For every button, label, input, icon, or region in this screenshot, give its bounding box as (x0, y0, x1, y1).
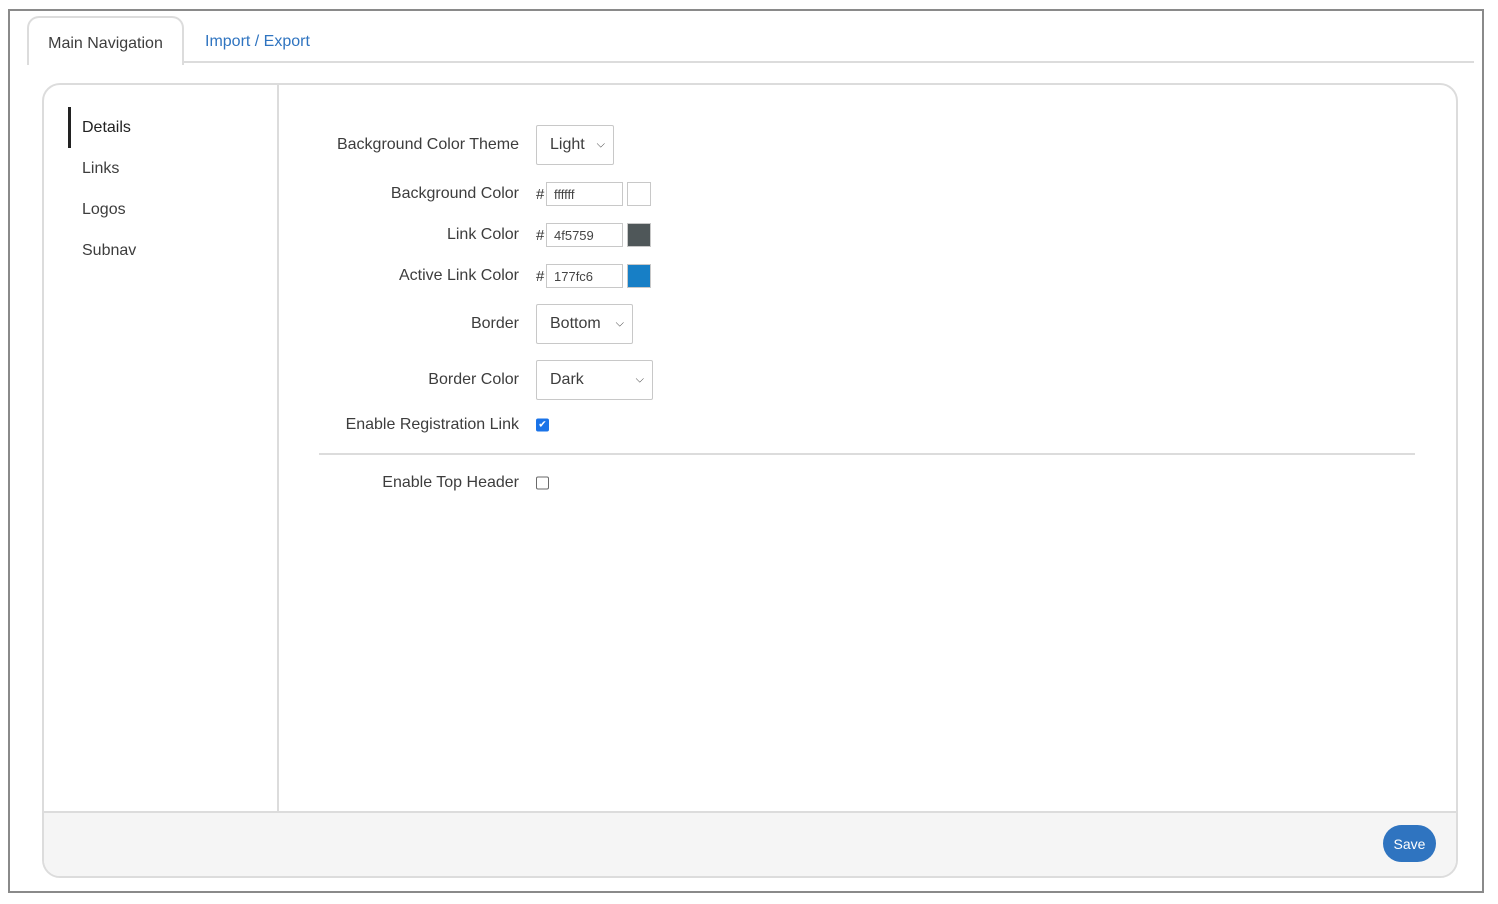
enable-registration-link-checkbox[interactable]: ✔ (536, 418, 549, 432)
enable-registration-link-row: Enable Registration Link ✔ (281, 405, 681, 445)
active-link-color-row: Active Link Color # 177fc6 (281, 256, 681, 296)
link-color-input[interactable]: 4f5759 (546, 223, 623, 247)
hash-prefix: # (536, 185, 545, 203)
border-color-control: Dark ⌵ (536, 360, 653, 400)
sidebar-item-logos[interactable]: Logos (68, 189, 126, 230)
active-link-color-input[interactable]: 177fc6 (546, 264, 623, 288)
active-link-color-control: # 177fc6 (536, 264, 651, 288)
panel-footer: Save (44, 811, 1456, 876)
active-link-color-label: Active Link Color (398, 267, 519, 284)
sidebar: Details Links Logos Subnav (44, 85, 279, 811)
sidebar-item-subnav[interactable]: Subnav (68, 230, 136, 271)
select-value: Light (550, 136, 585, 153)
select-value: Bottom (550, 315, 601, 332)
background-color-swatch[interactable] (627, 182, 651, 206)
active-link-color-swatch[interactable] (627, 264, 651, 288)
app-frame: Main Navigation Import / Export Details … (8, 9, 1484, 893)
sidebar-item-label: Details (82, 118, 131, 136)
select-value: Dark (550, 371, 584, 388)
hash-prefix: # (536, 226, 545, 244)
sidebar-item-label: Subnav (82, 241, 137, 259)
sidebar-item-label: Links (82, 159, 120, 177)
sidebar-item-details[interactable]: Details (68, 107, 131, 148)
background-color-theme-label: Background Color Theme (336, 136, 519, 153)
link-color-row: Link Color # 4f5759 (281, 215, 681, 255)
sidebar-item-label: Logos (82, 200, 126, 218)
background-color-control: # ffffff (536, 182, 651, 206)
background-color-input[interactable]: ffffff (546, 182, 623, 206)
tab-label: Main Navigation (48, 34, 163, 52)
link-color-control: # 4f5759 (536, 223, 651, 247)
background-color-label: Background Color (390, 185, 519, 202)
background-color-row: Background Color # ffffff (281, 174, 681, 214)
section-divider (319, 453, 1415, 455)
border-color-select[interactable]: Dark ⌵ (536, 360, 653, 400)
chevron-down-icon: ⌵ (635, 373, 644, 386)
border-color-label: Border Color (428, 371, 519, 388)
tab-main-navigation[interactable]: Main Navigation (27, 16, 184, 65)
chevron-down-icon: ⌵ (615, 317, 624, 330)
tab-import-export[interactable]: Import / Export (205, 16, 310, 63)
link-color-swatch[interactable] (627, 223, 651, 247)
border-select[interactable]: Bottom ⌵ (536, 304, 633, 344)
details-form: Background Color Theme Light ⌵ Backgroun… (281, 85, 1456, 811)
enable-top-header-checkbox[interactable] (536, 476, 549, 490)
hash-prefix: # (536, 267, 545, 285)
border-color-row: Border Color Dark ⌵ (281, 360, 681, 400)
border-control: Bottom ⌵ (536, 304, 633, 344)
border-label: Border (470, 315, 519, 332)
settings-panel: Details Links Logos Subnav Background Co… (42, 83, 1458, 878)
background-color-theme-control: Light ⌵ (536, 125, 614, 165)
background-color-theme-row: Background Color Theme Light ⌵ (281, 125, 681, 165)
sidebar-item-links[interactable]: Links (68, 148, 119, 189)
chevron-down-icon: ⌵ (596, 138, 605, 151)
tab-label: Import / Export (205, 32, 310, 50)
enable-top-header-row: Enable Top Header (281, 463, 681, 503)
save-button[interactable]: Save (1383, 825, 1436, 862)
link-color-label: Link Color (446, 226, 519, 243)
enable-top-header-control (536, 476, 549, 490)
tab-bar: Main Navigation Import / Export (27, 16, 1474, 65)
enable-top-header-label: Enable Top Header (382, 474, 519, 491)
enable-registration-link-label: Enable Registration Link (345, 416, 519, 433)
background-color-theme-select[interactable]: Light ⌵ (536, 125, 614, 165)
enable-registration-link-control: ✔ (536, 418, 549, 432)
border-row: Border Bottom ⌵ (281, 304, 681, 344)
